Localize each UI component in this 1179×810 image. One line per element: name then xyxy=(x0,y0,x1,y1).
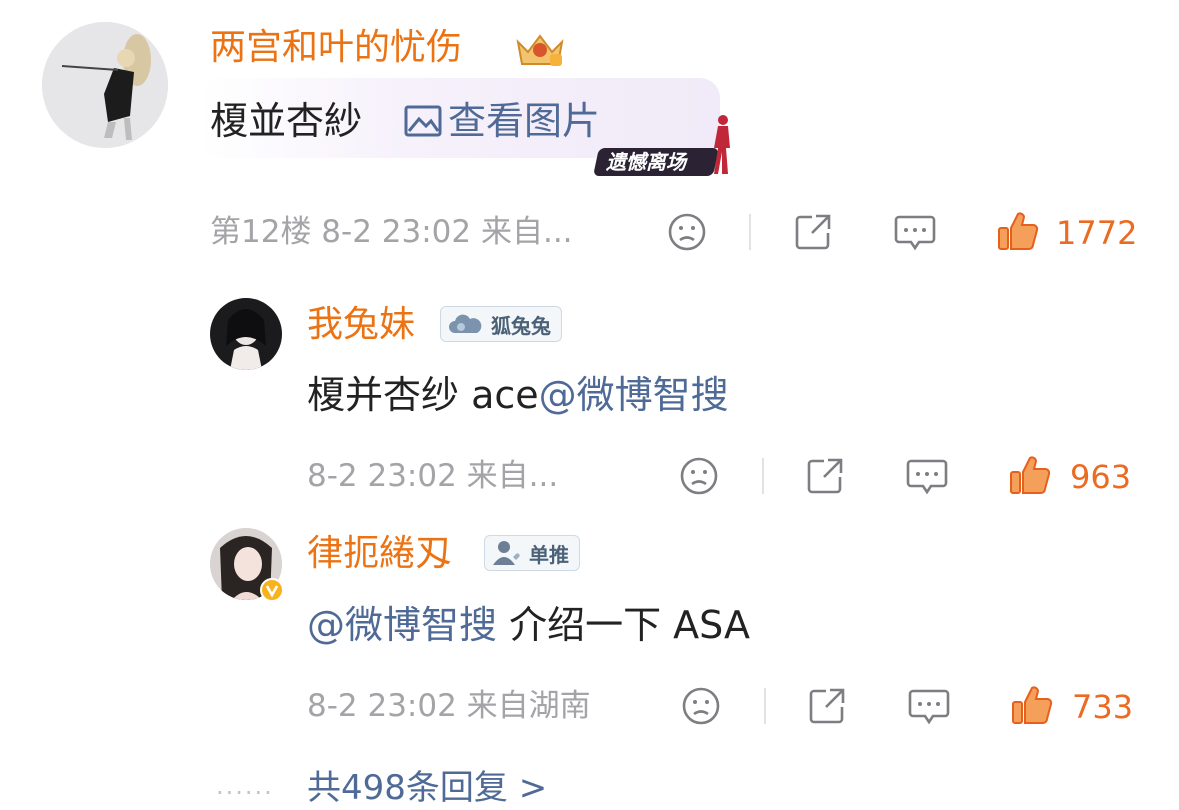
fan-badge-label: 单推 xyxy=(529,542,569,567)
reply-text: 榎并杏纱 ace@微博智搜 xyxy=(307,370,729,420)
mention-link[interactable]: @微博智搜 xyxy=(539,373,729,417)
cloud-badge-icon xyxy=(449,314,482,333)
image-icon xyxy=(404,105,442,137)
view-image-label: 查看图片 xyxy=(448,99,601,143)
comment-icon[interactable] xyxy=(906,683,952,729)
view-image-link[interactable]: 查看图片 xyxy=(404,96,600,146)
like-count: 963 xyxy=(1070,458,1132,496)
comment-avatar[interactable] xyxy=(42,22,168,148)
share-icon[interactable] xyxy=(790,209,836,255)
share-icon[interactable] xyxy=(804,683,850,729)
avatar-image xyxy=(42,22,168,148)
action-divider xyxy=(749,214,751,250)
fan-badge-label: 狐兔兔 xyxy=(491,313,551,338)
dislike-face-icon[interactable] xyxy=(676,453,722,499)
like-count: 733 xyxy=(1072,688,1134,726)
comment-text: 榎並杏紗 xyxy=(210,96,362,146)
verified-badge-icon xyxy=(260,578,284,602)
decoration-label: 遗憾离场 xyxy=(606,150,686,174)
like-count: 1772 xyxy=(1056,214,1138,252)
reply-text-plain: 介绍一下 ASA xyxy=(497,603,750,647)
dislike-face-icon[interactable] xyxy=(664,209,710,255)
reply-text: @微博智搜 介绍一下 ASA xyxy=(307,600,750,650)
like-thumb-icon[interactable] xyxy=(1008,681,1056,729)
comment-icon[interactable] xyxy=(904,453,950,499)
reply-text-plain: 榎并杏纱 ace xyxy=(307,373,539,417)
like-thumb-icon[interactable] xyxy=(994,207,1042,255)
reply-username[interactable]: 我兔妹 xyxy=(307,303,415,347)
reply-username[interactable]: 律扼綣刄 xyxy=(307,532,451,576)
reply-meta: 8-2 23:02 来自湖南 xyxy=(307,688,591,724)
comment-text-plain: 榎並杏紗 xyxy=(210,99,363,143)
action-divider xyxy=(762,458,764,494)
more-dots: ...... xyxy=(216,772,274,800)
reply-meta: 8-2 23:02 来自... xyxy=(307,458,559,494)
mention-link[interactable]: @微博智搜 xyxy=(307,603,497,647)
action-divider xyxy=(764,688,766,724)
person-badge-icon xyxy=(493,541,520,565)
comment-username[interactable]: 两宫和叶的忧伤 xyxy=(210,26,462,70)
comment-meta: 第12楼 8-2 23:02 来自... xyxy=(210,214,573,250)
fan-badge[interactable]: 狐兔兔 xyxy=(440,306,562,342)
decoration-figure-icon xyxy=(708,114,734,178)
fan-badge[interactable]: 单推 xyxy=(484,535,580,571)
crown-level-icon xyxy=(512,28,568,70)
dislike-face-icon[interactable] xyxy=(678,683,724,729)
comment-icon[interactable] xyxy=(892,209,938,255)
reply-avatar[interactable] xyxy=(210,298,282,370)
share-icon[interactable] xyxy=(802,453,848,499)
avatar-image xyxy=(210,298,282,370)
more-replies-link[interactable]: 共498条回复 > xyxy=(307,766,547,810)
like-thumb-icon[interactable] xyxy=(1006,451,1054,499)
